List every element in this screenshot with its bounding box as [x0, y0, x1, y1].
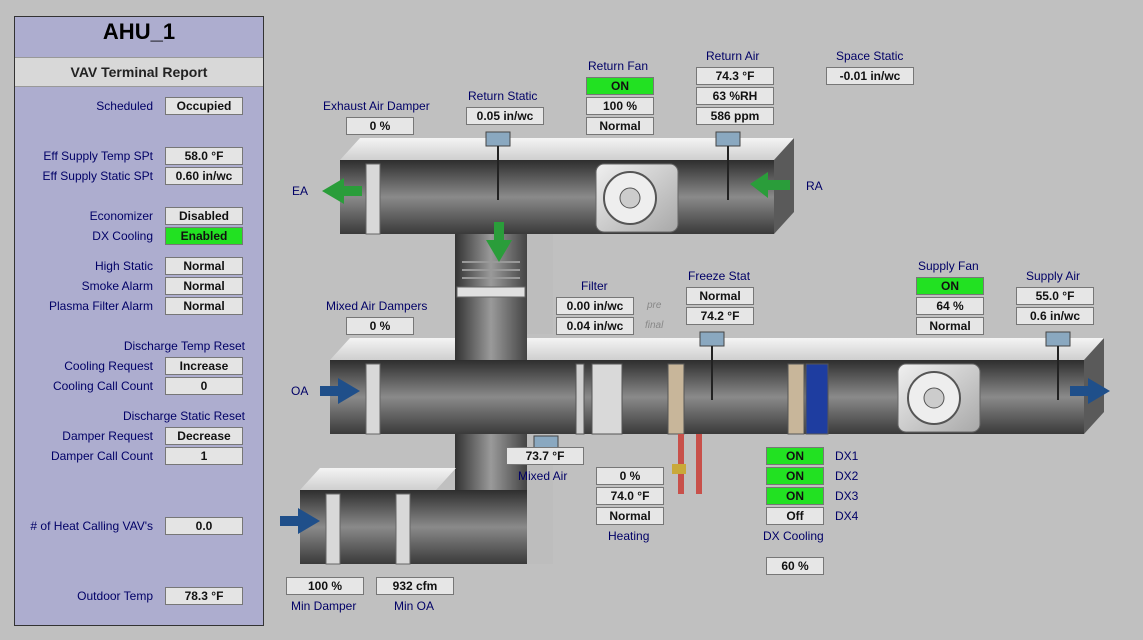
freeze-stat-sensor [699, 331, 725, 347]
dx2-label: DX2 [835, 469, 859, 483]
supply-air-static[interactable]: 0.6 in/wc [1016, 307, 1094, 325]
final-filter [591, 363, 623, 435]
return-fan-speed[interactable]: 100 % [586, 97, 654, 115]
mixing-chamber [455, 234, 527, 334]
mixed-dampers-label: Mixed Air Dampers [326, 299, 428, 313]
return-fan-label: Return Fan [588, 59, 649, 73]
dx2-value[interactable]: ON [766, 467, 824, 485]
exhaust-damper-label: Exhaust Air Damper [323, 99, 430, 113]
return-fan-state[interactable]: Normal [586, 117, 654, 135]
dx4-label: DX4 [835, 509, 859, 523]
supply-fan-state[interactable]: Normal [916, 317, 984, 335]
heating-coil [667, 363, 685, 435]
filter-final-value[interactable]: 0.04 in/wc [556, 317, 634, 335]
return-static-sensor [485, 131, 511, 147]
return-static-label: Return Static [468, 89, 538, 103]
min-oa-label: Min OA [394, 599, 435, 613]
space-static-value[interactable]: -0.01 in/wc [826, 67, 914, 85]
dx-coil [787, 363, 805, 435]
mixed-dampers-value[interactable]: 0 % [346, 317, 414, 335]
return-air-rh[interactable]: 63 %RH [696, 87, 774, 105]
supply-air-sensor [1045, 331, 1071, 347]
return-static-value[interactable]: 0.05 in/wc [466, 107, 544, 125]
min-oa-value[interactable]: 932 cfm [376, 577, 454, 595]
dx-coil-blue [805, 363, 829, 435]
heating-valve-value[interactable]: 0 % [596, 467, 664, 485]
return-damper [456, 286, 526, 298]
filter-pre-label: pre [647, 300, 662, 311]
return-fan-graphic [595, 163, 679, 233]
exhaust-damper-value[interactable]: 0 % [346, 117, 414, 135]
dx1-value[interactable]: ON [766, 447, 824, 465]
filter-pre-value[interactable]: 0.00 in/wc [556, 297, 634, 315]
freeze-stat-temp[interactable]: 74.2 °F [686, 307, 754, 325]
heating-state-value[interactable]: Normal [596, 507, 664, 525]
return-air-temp[interactable]: 74.3 °F [696, 67, 774, 85]
min-oa-damper [325, 493, 341, 565]
return-fan-status[interactable]: ON [586, 77, 654, 95]
min-oa-damper-2 [395, 493, 411, 565]
supply-air-temp[interactable]: 55.0 °F [1016, 287, 1094, 305]
freeze-stat-label: Freeze Stat [688, 269, 751, 283]
dx3-value[interactable]: ON [766, 487, 824, 505]
mixed-air-label: Mixed Air [518, 469, 568, 483]
min-damper-value[interactable]: 100 % [286, 577, 364, 595]
supply-air-label: Supply Air [1026, 269, 1081, 283]
ea-label: EA [292, 184, 309, 198]
filter-label: Filter [581, 279, 608, 293]
dx1-label: DX1 [835, 449, 859, 463]
dx-cooling-diagram-label: DX Cooling [763, 529, 824, 543]
supply-fan-label: Supply Fan [918, 259, 979, 273]
heating-label: Heating [608, 529, 650, 543]
oa-damper [365, 363, 381, 435]
return-air-sensor [715, 131, 741, 147]
return-air-co2[interactable]: 586 ppm [696, 107, 774, 125]
dx3-label: DX3 [835, 489, 859, 503]
min-oa-duct-top [300, 468, 456, 490]
supply-fan-status[interactable]: ON [916, 277, 984, 295]
freeze-stat-state[interactable]: Normal [686, 287, 754, 305]
supply-fan-speed[interactable]: 64 % [916, 297, 984, 315]
min-damper-label: Min Damper [291, 599, 357, 613]
ra-label: RA [806, 179, 823, 193]
return-duct [340, 160, 774, 234]
dx4-value[interactable]: Off [766, 507, 824, 525]
prefilter [575, 363, 585, 435]
oa-label: OA [291, 384, 309, 398]
filter-final-label: final [645, 320, 664, 331]
mixed-air-value[interactable]: 73.7 °F [506, 447, 584, 465]
return-air-label: Return Air [706, 49, 760, 63]
heating-valve [672, 464, 686, 474]
space-static-label: Space Static [836, 49, 904, 63]
heating-temp-value[interactable]: 74.0 °F [596, 487, 664, 505]
exhaust-damper [365, 163, 381, 235]
dx-cooling-percent[interactable]: 60 % [766, 557, 824, 575]
supply-fan-graphic [897, 363, 981, 433]
